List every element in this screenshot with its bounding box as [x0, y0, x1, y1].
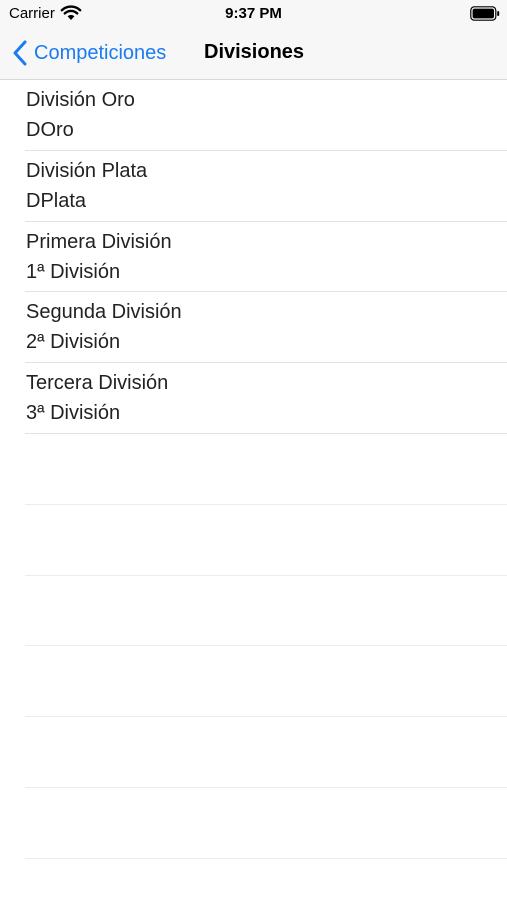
- status-time: 9:37 PM: [225, 5, 282, 22]
- division-name: División Plata: [26, 159, 148, 182]
- empty-row-separator: [25, 646, 507, 718]
- division-short-name: 3ª División: [26, 402, 121, 425]
- division-short-name: 2ª División: [26, 331, 121, 354]
- chevron-left-icon: [13, 40, 27, 66]
- back-button[interactable]: Competiciones: [12, 38, 166, 68]
- division-short-name: 1ª División: [26, 260, 121, 283]
- status-bar: Carrier 9:37 PM: [0, 0, 507, 28]
- list-item[interactable]: Tercera División 3ª División: [25, 363, 507, 434]
- divisions-list: División Oro DOro División Plata DPlata …: [0, 80, 507, 859]
- list-item[interactable]: Primera División 1ª División: [25, 222, 507, 293]
- empty-row-separator: [25, 434, 507, 505]
- division-name: Tercera División: [26, 372, 169, 395]
- back-button-label: Competiciones: [34, 42, 167, 64]
- empty-row-separator: [25, 505, 507, 576]
- division-short-name: DOro: [26, 119, 74, 141]
- division-short-name: DPlata: [26, 189, 87, 212]
- list-item[interactable]: Segunda División 2ª División: [25, 292, 507, 364]
- empty-row-separator: [25, 788, 507, 859]
- empty-row-separator: [25, 576, 507, 647]
- division-name: División Oro: [26, 89, 135, 111]
- battery-icon: [470, 6, 500, 21]
- navigation-bar: Competiciones Divisiones: [0, 28, 507, 80]
- list-item[interactable]: División Plata DPlata: [25, 151, 507, 222]
- empty-row-separator: [25, 717, 507, 788]
- division-name: Primera División: [26, 230, 172, 253]
- page-title: Divisiones: [204, 41, 305, 63]
- list-item[interactable]: División Oro DOro: [25, 80, 507, 151]
- division-name: Segunda División: [26, 301, 182, 324]
